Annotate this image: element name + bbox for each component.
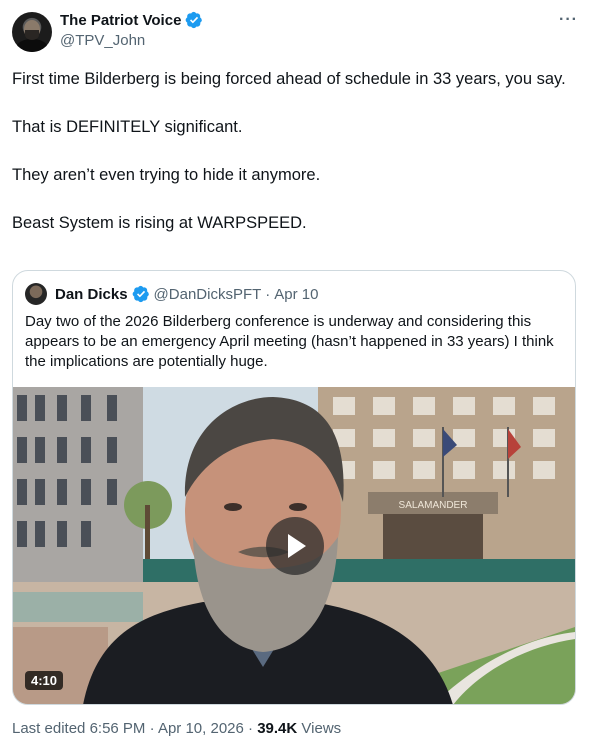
video-player[interactable]: SALAMANDER 4:10 [13,387,575,704]
video-duration: 4:10 [25,671,64,690]
separator-dot: · [248,720,254,737]
tweet-date[interactable]: Apr 10, 2026 [158,720,244,737]
quoted-author-name[interactable]: Dan Dicks [55,286,128,303]
tweet-time[interactable]: 6:56 PM [90,720,146,737]
quoted-author-handle[interactable]: @DanDicksPFT [154,286,262,303]
tweet-paragraph: That is DEFINITELY significant. [12,118,243,136]
author-handle[interactable]: @TPV_John [60,32,145,49]
verified-badge-icon [132,285,150,303]
tweet-paragraph: First time Bilderberg is being forced ah… [12,70,566,88]
tweet-paragraph: They aren’t even trying to hide it anymo… [12,166,321,184]
separator-dot: · [265,285,271,303]
tweet-metadata: Last edited 6:56 PM · Apr 10, 2026 · 39.… [12,720,341,737]
play-icon[interactable] [266,517,324,575]
quoted-tweet-card[interactable]: Dan Dicks @DanDicksPFT · Apr 10 Day two … [12,270,576,705]
quoted-author-avatar[interactable] [25,283,47,305]
tweet-text: First time Bilderberg is being forced ah… [12,67,572,259]
quoted-tweet-header: Dan Dicks @DanDicksPFT · Apr 10 [25,283,319,305]
edited-label[interactable]: Last edited [12,720,85,737]
tweet-paragraph: Beast System is rising at WARPSPEED. [12,214,307,232]
separator-dot: · [149,720,155,737]
hotel-sign-text: SALAMANDER [399,500,468,511]
quoted-tweet-date[interactable]: Apr 10 [274,286,318,303]
verified-badge-icon [185,11,203,29]
author-avatar[interactable] [12,12,52,52]
tweet-header: The Patriot Voice @TPV_John ··· [12,11,586,53]
views-label: Views [301,720,342,737]
ellipsis-icon[interactable]: ··· [559,11,578,29]
author-display-name[interactable]: The Patriot Voice [60,12,181,29]
views-count: 39.4K [257,720,298,737]
author-name-row: The Patriot Voice [60,11,203,29]
quoted-tweet-text: Day two of the 2026 Bilderberg conferenc… [25,313,554,370]
